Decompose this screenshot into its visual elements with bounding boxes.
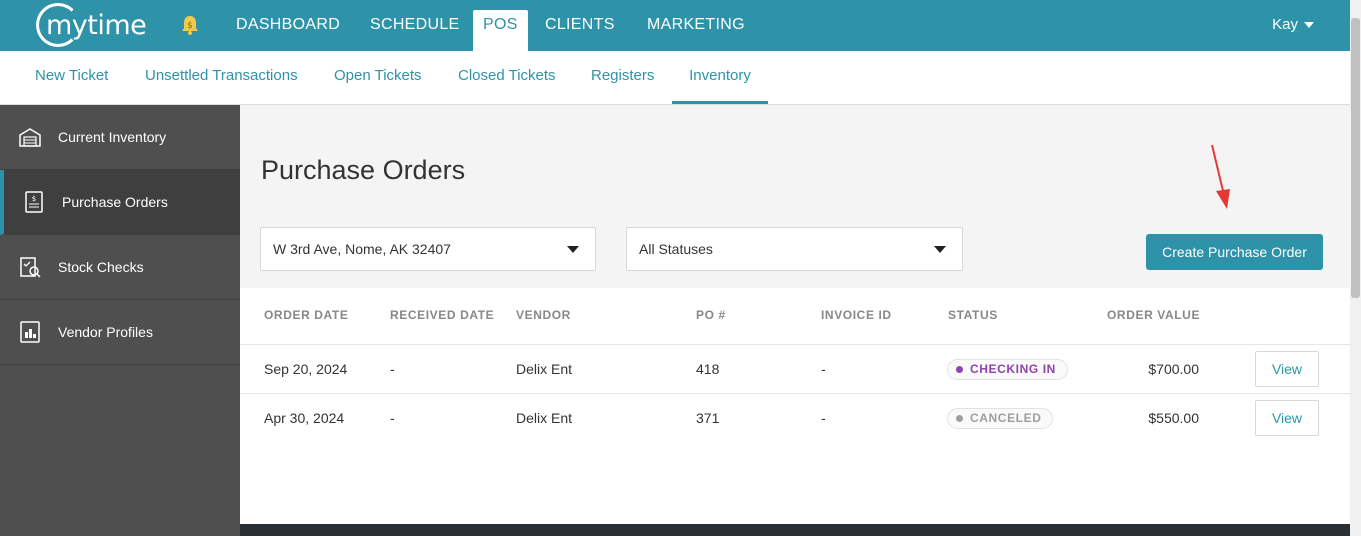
bell-icon[interactable]: $ [180,14,200,36]
subnav-inventory[interactable]: Inventory [672,51,768,104]
location-select[interactable]: W 3rd Ave, Nome, AK 32407 [260,227,596,271]
vendor: Delix Ent [516,410,573,426]
caret-down-icon [567,246,579,253]
sidebar-item-label: Stock Checks [58,259,144,275]
location-select-value: W 3rd Ave, Nome, AK 32407 [273,241,451,257]
page-scrollbar[interactable] [1350,0,1361,536]
sidebar-item-vendor-profiles[interactable]: Vendor Profiles [0,300,240,365]
received-date: - [390,361,395,377]
footer-bar [240,524,1350,536]
svg-text:$: $ [187,21,193,31]
status-select[interactable]: All Statuses [626,227,963,271]
order-value: $550.00 [1148,410,1199,426]
column-header-po-number[interactable]: PO # [696,308,726,322]
sidebar-item-label: Purchase Orders [62,194,168,210]
pos-subnav: New Ticket Unsettled Transactions Open T… [0,51,1350,105]
nav-marketing[interactable]: MARKETING [647,0,745,51]
view-button[interactable]: View [1255,400,1319,436]
order-value: $700.00 [1148,361,1199,377]
svg-text:$: $ [32,195,36,203]
invoice-id: - [821,361,826,377]
annotation-arrow [1211,144,1230,209]
sidebar-item-purchase-orders[interactable]: $ Purchase Orders [0,170,240,235]
status-select-value: All Statuses [639,241,713,257]
mytime-logo[interactable]: mytime [36,3,147,47]
po-number: 418 [696,361,720,377]
top-navbar: mytime $ DASHBOARD SCHEDULE POS CLIENTS … [0,0,1350,51]
sidebar-item-label: Current Inventory [58,129,167,145]
caret-down-icon [934,246,946,253]
subnav-registers[interactable]: Registers [591,51,654,104]
nav-dashboard[interactable]: DASHBOARD [236,0,340,51]
receipt-icon: $ [22,190,46,214]
column-header-order-value[interactable]: ORDER VALUE [1107,308,1200,322]
subnav-new-ticket[interactable]: New Ticket [35,51,108,104]
sidebar-item-label: Vendor Profiles [58,324,153,340]
subnav-open-tickets[interactable]: Open Tickets [334,51,422,104]
chevron-down-icon [1304,22,1314,29]
create-purchase-order-button[interactable]: Create Purchase Order [1146,234,1323,270]
table-row[interactable]: Sep 20, 2024 - Delix Ent 418 - CHECKING … [240,344,1350,393]
scrollbar-thumb[interactable] [1351,18,1360,298]
order-date: Apr 30, 2024 [264,410,345,426]
status-text: CHECKING IN [970,362,1056,376]
column-header-received-date[interactable]: RECEIVED DATE [390,308,494,322]
sidebar-item-current-inventory[interactable]: Current Inventory [0,105,240,170]
view-button[interactable]: View [1255,351,1319,387]
subnav-closed-tickets[interactable]: Closed Tickets [458,51,556,104]
column-header-vendor[interactable]: VENDOR [516,308,571,322]
inventory-sidebar: Current Inventory $ Purchase Orders Stoc… [0,105,240,536]
status-badge: CANCELED [947,408,1054,429]
table-row[interactable]: Apr 30, 2024 - Delix Ent 371 - CANCELED … [240,393,1350,442]
purchase-orders-table: ORDER DATE RECEIVED DATE VENDOR PO # INV… [240,288,1350,524]
user-menu[interactable]: Kay [1272,0,1314,51]
nav-pos[interactable]: POS [473,10,528,51]
column-header-status[interactable]: STATUS [948,308,998,322]
status-dot-icon [956,366,963,373]
po-number: 371 [696,410,720,426]
status-badge: CHECKING IN [947,359,1068,380]
received-date: - [390,410,395,426]
subnav-unsettled-transactions[interactable]: Unsettled Transactions [145,51,298,104]
page-title: Purchase Orders [261,155,466,185]
status-dot-icon [956,415,963,422]
status-text: CANCELED [970,411,1042,425]
vendor-icon [18,320,42,344]
nav-clients[interactable]: CLIENTS [545,0,615,51]
sidebar-item-stock-checks[interactable]: Stock Checks [0,235,240,300]
main-content: Purchase Orders W 3rd Ave, Nome, AK 3240… [240,105,1350,524]
nav-schedule[interactable]: SCHEDULE [370,0,460,51]
clipboard-check-icon [18,255,42,279]
warehouse-icon [18,125,42,149]
order-date: Sep 20, 2024 [264,361,348,377]
column-header-order-date[interactable]: ORDER DATE [264,308,348,322]
invoice-id: - [821,410,826,426]
vendor: Delix Ent [516,361,573,377]
user-name: Kay [1272,16,1298,33]
logo-text: mytime [46,9,147,41]
column-header-invoice-id[interactable]: INVOICE ID [821,308,892,322]
